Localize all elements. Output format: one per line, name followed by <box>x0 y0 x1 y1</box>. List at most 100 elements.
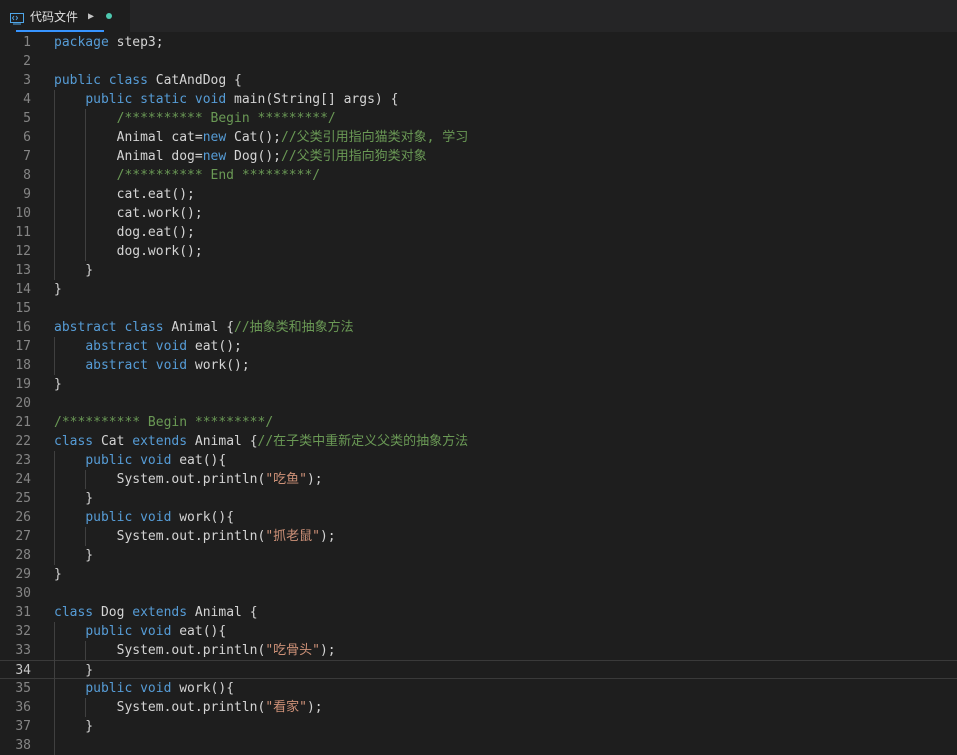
code-line[interactable]: 11 dog.eat(); <box>0 223 957 242</box>
code-text[interactable]: } <box>54 261 93 280</box>
code-line[interactable]: 31 class Dog extends Animal { <box>0 603 957 622</box>
indent-guide <box>85 698 87 717</box>
code-token: /********** End *********/ <box>54 168 321 183</box>
line-number: 28 <box>15 548 31 563</box>
code-line[interactable]: 22 class Cat extends Animal {//在子类中重新定义父类… <box>0 432 957 451</box>
code-text[interactable]: public static void main(String[] args) { <box>54 90 398 109</box>
code-token: ); <box>306 472 323 487</box>
code-token: Animal { <box>163 320 235 335</box>
code-text[interactable]: System.out.println("抓老鼠"); <box>54 527 336 546</box>
line-number: 14 <box>15 282 31 297</box>
code-line[interactable]: 29} <box>0 565 957 584</box>
code-text[interactable]: class Cat extends Animal {//在子类中重新定义父类的抽… <box>54 432 468 451</box>
code-text[interactable]: Animal cat=new Cat();//父类引用指向猫类对象, 学习 <box>54 128 469 147</box>
code-line[interactable]: 27 System.out.println("抓老鼠"); <box>0 527 957 546</box>
code-text[interactable]: Animal dog=new Dog();//父类引用指向狗类对象 <box>54 147 427 166</box>
code-text[interactable]: } <box>54 546 93 565</box>
code-line[interactable]: 19} <box>0 375 957 394</box>
code-text[interactable]: } <box>54 717 93 736</box>
code-line[interactable]: 38 <box>0 736 957 755</box>
code-line[interactable]: 1 package step3; <box>0 33 957 52</box>
code-line[interactable]: 7 Animal dog=new Dog();//父类引用指向狗类对象 <box>0 147 957 166</box>
code-text[interactable]: public void work(){ <box>54 679 234 698</box>
code-text[interactable]: public void work(){ <box>54 508 234 527</box>
code-text[interactable]: public class CatAndDog { <box>54 71 242 90</box>
play-icon[interactable]: ▶ <box>88 11 94 22</box>
code-text[interactable]: dog.eat(); <box>54 223 195 242</box>
code-line[interactable]: 21 /********** Begin *********/ <box>0 413 957 432</box>
code-line[interactable]: 30 <box>0 584 957 603</box>
code-line[interactable]: 4 public static void main(String[] args)… <box>0 90 957 109</box>
code-line[interactable]: 16 abstract class Animal {//抽象类和抽象方法 <box>0 318 957 337</box>
indent-guide <box>54 90 55 280</box>
line-number: 18 <box>15 358 31 373</box>
code-text[interactable]: } <box>54 489 93 508</box>
code-line[interactable]: 13 } <box>0 261 957 280</box>
line-number: 34 <box>15 663 31 678</box>
code-text[interactable]: abstract void eat(); <box>54 337 242 356</box>
code-line[interactable]: 24 System.out.println("吃鱼"); <box>0 470 957 489</box>
line-number: 6 <box>23 130 31 145</box>
code-editor[interactable]: 1 package step3; 2 3 public class CatAndDog … <box>0 32 957 755</box>
code-line[interactable]: 25 } <box>0 489 957 508</box>
code-text[interactable]: public void eat(){ <box>54 451 226 470</box>
code-line[interactable]: 15 <box>0 299 957 318</box>
code-text[interactable]: System.out.println("吃鱼"); <box>54 470 323 489</box>
code-token: public class <box>54 73 148 88</box>
code-text[interactable]: System.out.println("吃骨头"); <box>54 641 336 660</box>
code-line[interactable]: 2 <box>0 52 957 71</box>
code-text[interactable]: cat.work(); <box>54 204 203 223</box>
code-line[interactable]: 9 cat.eat(); <box>0 185 957 204</box>
code-token: "抓老鼠" <box>265 529 320 544</box>
code-token: public void <box>85 681 172 696</box>
code-token: main(String[] args) { <box>226 92 399 107</box>
code-line[interactable]: 18 abstract void work(); <box>0 356 957 375</box>
code-line[interactable]: 26 public void work(){ <box>0 508 957 527</box>
code-line[interactable]: 35 public void work(){ <box>0 679 957 698</box>
code-token: Cat(); <box>226 130 281 145</box>
code-text[interactable]: dog.work(); <box>54 242 203 261</box>
code-text[interactable]: } <box>54 280 62 299</box>
tab-code-file[interactable]: 代码文件 ▶ <box>0 0 130 32</box>
code-token: } <box>54 491 94 506</box>
code-line[interactable]: 20 <box>0 394 957 413</box>
code-text[interactable]: } <box>54 375 62 394</box>
code-text[interactable]: } <box>54 661 93 680</box>
code-line[interactable]: 23 public void eat(){ <box>0 451 957 470</box>
code-line[interactable]: 17 abstract void eat(); <box>0 337 957 356</box>
code-line[interactable]: 14} <box>0 280 957 299</box>
line-number: 31 <box>15 605 31 620</box>
code-line[interactable]: 32 public void eat(){ <box>0 622 957 641</box>
code-text[interactable]: public void eat(){ <box>54 622 226 641</box>
code-text[interactable]: package step3; <box>54 33 164 52</box>
code-token: Dog(); <box>226 149 281 164</box>
line-number: 12 <box>15 244 31 259</box>
code-text[interactable]: abstract class Animal {//抽象类和抽象方法 <box>54 318 354 337</box>
code-text[interactable]: class Dog extends Animal { <box>54 603 258 622</box>
code-line[interactable]: 5 /********** Begin *********/ <box>0 109 957 128</box>
code-token: work(){ <box>171 681 235 696</box>
code-token: Animal { <box>187 434 258 449</box>
code-line[interactable]: 3 public class CatAndDog { <box>0 71 957 90</box>
code-line[interactable]: 28 } <box>0 546 957 565</box>
code-text[interactable]: /********** Begin *********/ <box>54 413 273 432</box>
code-line[interactable]: 6 Animal cat=new Cat();//父类引用指向猫类对象, 学习 <box>0 128 957 147</box>
code-text[interactable]: abstract void work(); <box>54 356 249 375</box>
code-line[interactable]: 37 } <box>0 717 957 736</box>
line-number: 24 <box>15 472 31 487</box>
code-line[interactable]: 12 dog.work(); <box>0 242 957 261</box>
code-token: cat.work(); <box>54 206 203 221</box>
code-text[interactable]: /********** Begin *********/ <box>54 109 336 128</box>
code-line[interactable]: 34 } <box>0 660 957 679</box>
code-text[interactable]: } <box>54 565 62 584</box>
code-token: ); <box>319 643 336 658</box>
code-text[interactable]: /********** End *********/ <box>54 166 321 185</box>
code-line[interactable]: 33 System.out.println("吃骨头"); <box>0 641 957 660</box>
code-text[interactable]: cat.eat(); <box>54 185 195 204</box>
code-line[interactable]: 10 cat.work(); <box>0 204 957 223</box>
code-line[interactable]: 8 /********** End *********/ <box>0 166 957 185</box>
code-line[interactable]: 36 System.out.println("看家"); <box>0 698 957 717</box>
indent-guide <box>54 337 55 375</box>
code-text[interactable]: System.out.println("看家"); <box>54 698 323 717</box>
